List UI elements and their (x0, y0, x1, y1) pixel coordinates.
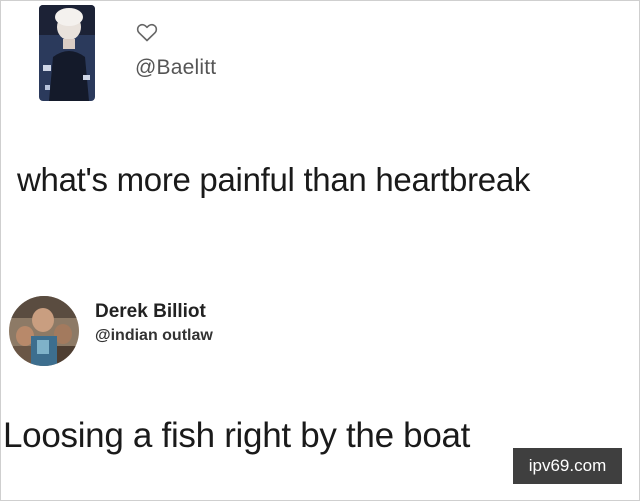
post-text: Loosing a fish right by the boat (3, 416, 471, 455)
avatar[interactable] (9, 296, 79, 366)
post-author-handle[interactable]: @Baelitt (135, 56, 216, 80)
heart-icon[interactable] (135, 20, 159, 44)
post-text: what's more painful than heartbreak (17, 161, 531, 198)
avatar[interactable] (39, 5, 95, 101)
avatar-photo (39, 5, 95, 101)
post-author-name[interactable]: Derek Billiot (95, 301, 206, 323)
watermark: ipv69.com (513, 448, 622, 484)
avatar-photo (9, 296, 79, 366)
post-author-handle[interactable]: @indian outlaw (95, 327, 213, 345)
meme-frame: @Baelitt what's more painful than heartb… (0, 0, 640, 501)
